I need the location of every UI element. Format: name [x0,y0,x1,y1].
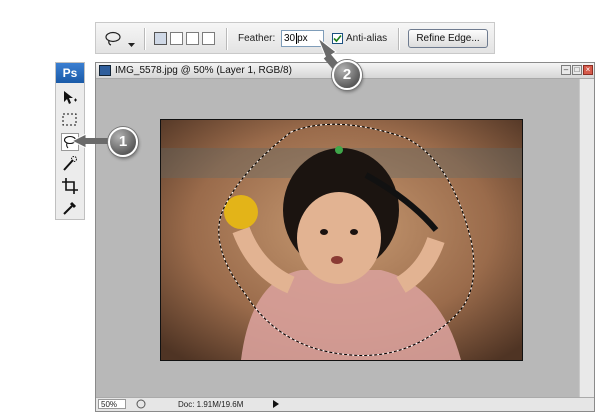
quick-selection-tool-icon[interactable] [61,155,79,173]
marquee-tool-icon[interactable] [61,111,79,129]
callout-1-arrow [72,133,112,149]
separator [144,28,146,50]
refine-edge-button[interactable]: Refine Edge... [408,29,488,48]
crop-tool-icon[interactable] [61,177,79,195]
add-to-selection-button[interactable] [170,32,183,45]
callout-1: 1 [108,127,138,157]
canvas-area[interactable] [96,79,578,397]
feather-label: Feather: [238,33,276,44]
intersect-selection-button[interactable] [202,32,215,45]
anti-alias-label: Anti-alias [346,33,388,44]
close-button[interactable]: × [583,65,593,75]
callout-2: 2 [332,60,362,90]
eyedropper-tool-icon[interactable] [61,199,79,217]
photo-image [161,120,522,360]
feather-unit: px [297,33,308,44]
vertical-scrollbar[interactable] [579,79,594,397]
separator [398,28,400,50]
document-window: IMG_5578.jpg @ 50% (Layer 1, RGB/8) – □ … [95,62,595,412]
new-selection-button[interactable] [154,32,167,45]
separator [226,28,228,50]
minimize-button[interactable]: – [561,65,571,75]
status-arrow-icon[interactable] [272,399,280,409]
lasso-tool-preset-button[interactable] [104,30,126,48]
options-bar: Feather: 30 px Anti-alias Refine Edge... [95,22,495,54]
lasso-icon [105,31,121,46]
document-title: IMG_5578.jpg @ 50% (Layer 1, RGB/8) [115,65,292,76]
status-bar: 50% Doc: 1.91M/19.6M [96,397,594,411]
document-info: Doc: 1.91M/19.6M [178,400,244,409]
subtract-from-selection-button[interactable] [186,32,199,45]
maximize-button[interactable]: □ [572,65,582,75]
move-tool-icon[interactable] [61,89,79,107]
chevron-down-icon[interactable] [128,35,135,53]
feather-value: 30 [284,33,296,44]
photo-canvas[interactable] [160,119,523,361]
photoshop-logo: Ps [56,63,84,83]
zoom-field[interactable]: 50% [98,399,126,409]
document-icon [99,65,111,76]
status-options-icon[interactable] [136,399,146,409]
